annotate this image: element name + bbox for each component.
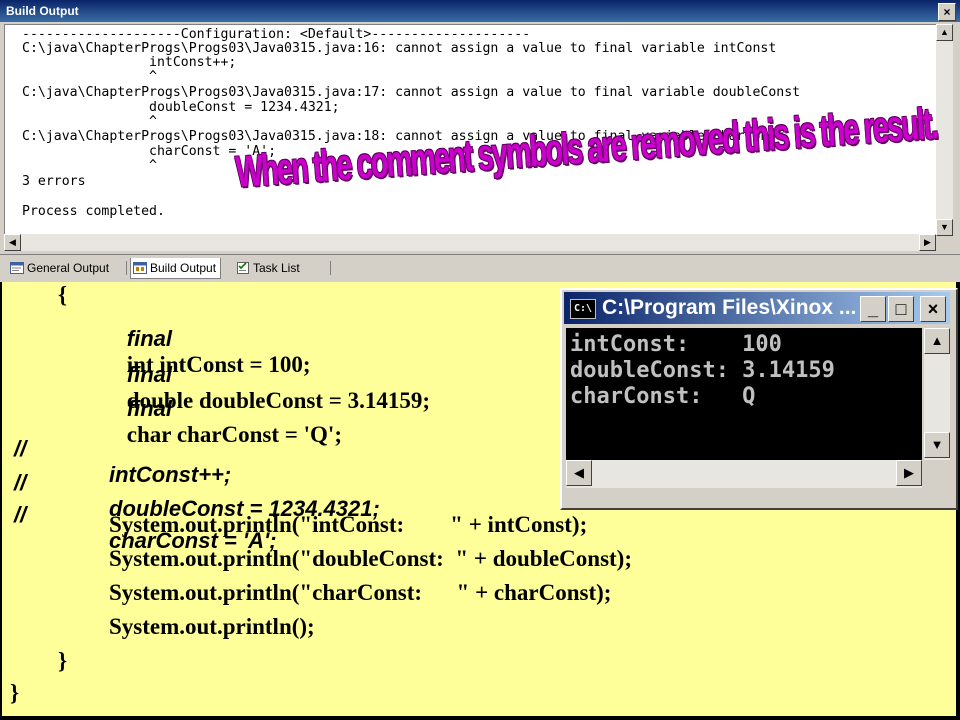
build-output-titlebar[interactable]: Build Output × <box>0 0 960 22</box>
tab-separator <box>126 261 127 275</box>
console-title: C:\Program Files\Xinox ... <box>602 296 857 319</box>
tab-build-output[interactable]: Build Output <box>130 258 222 279</box>
console-vertical-scrollbar[interactable]: ▲ ▼ <box>924 328 950 460</box>
horizontal-scrollbar[interactable]: ◀ ▶ <box>4 234 936 251</box>
code-close-outer: } <box>10 680 20 705</box>
console-horizontal-scrollbar[interactable]: ◀ ▶ <box>566 460 922 488</box>
output-line: ^ <box>22 158 157 173</box>
tab-task-list[interactable]: Task List <box>234 258 304 278</box>
maximize-button[interactable]: □ <box>888 296 914 322</box>
tab-general-output[interactable]: General Output <box>8 258 113 278</box>
console-line: doubleConst: 3.14159 <box>570 358 835 383</box>
console-output[interactable]: intConst: 100 doubleConst: 3.14159 charC… <box>566 328 922 460</box>
console-window: C:\ C:\Program Files\Xinox ... _ □ × int… <box>560 288 958 510</box>
scroll-up-icon[interactable]: ▲ <box>936 24 953 41</box>
task-list-icon <box>237 262 249 274</box>
close-button[interactable]: × <box>920 296 946 322</box>
comment-mark: // <box>14 502 27 527</box>
tab-label: Task List <box>253 261 300 275</box>
general-output-icon <box>10 262 24 274</box>
code-close-inner: } <box>58 648 68 673</box>
output-line: C:\java\ChapterProgs\Progs03\Java0315.ja… <box>22 41 777 56</box>
tab-label: General Output <box>27 261 110 275</box>
code-print-char: System.out.println("charConst: " + charC… <box>109 580 612 605</box>
tab-label: Build Output <box>150 261 217 275</box>
minimize-button[interactable]: _ <box>860 296 886 322</box>
output-line: C:\java\ChapterProgs\Progs03\Java0315.ja… <box>22 85 801 100</box>
console-icon: C:\ <box>570 299 596 319</box>
output-line: ^ <box>22 114 157 129</box>
console-titlebar[interactable]: C:\ C:\Program Files\Xinox ... _ □ × <box>564 292 950 324</box>
output-line: ^ <box>22 69 157 84</box>
output-line: 3 errors <box>22 174 86 189</box>
tab-separator <box>330 261 331 275</box>
close-button[interactable]: × <box>938 3 956 21</box>
output-line: doubleConst = 1234.4321; <box>22 100 340 115</box>
scroll-left-icon[interactable]: ◀ <box>4 234 21 251</box>
console-line: charConst: Q <box>570 384 756 409</box>
code-print-int: System.out.println("intConst: " + intCon… <box>109 512 588 537</box>
scroll-down-icon[interactable]: ▼ <box>936 219 953 236</box>
vertical-scrollbar[interactable]: ▲ ▼ <box>936 24 953 236</box>
console-line: intConst: 100 <box>570 332 782 357</box>
code-print-double: System.out.println("doubleConst: " + dou… <box>109 546 632 571</box>
output-line: intConst++; <box>22 55 237 70</box>
output-tab-bar: General Output Build Output Task List <box>0 254 960 281</box>
build-output-title: Build Output <box>6 4 79 18</box>
scroll-left-icon[interactable]: ◀ <box>566 460 592 486</box>
build-output-icon <box>133 262 147 274</box>
scroll-right-icon[interactable]: ▶ <box>919 234 936 251</box>
scroll-down-icon[interactable]: ▼ <box>924 432 950 458</box>
scroll-right-icon[interactable]: ▶ <box>896 460 922 486</box>
code-open-brace: { <box>58 282 68 307</box>
output-line: Process completed. <box>22 204 165 219</box>
scroll-up-icon[interactable]: ▲ <box>924 328 950 354</box>
output-line: --------------------Configuration: <Defa… <box>22 27 531 42</box>
code-print-empty: System.out.println(); <box>109 614 315 639</box>
